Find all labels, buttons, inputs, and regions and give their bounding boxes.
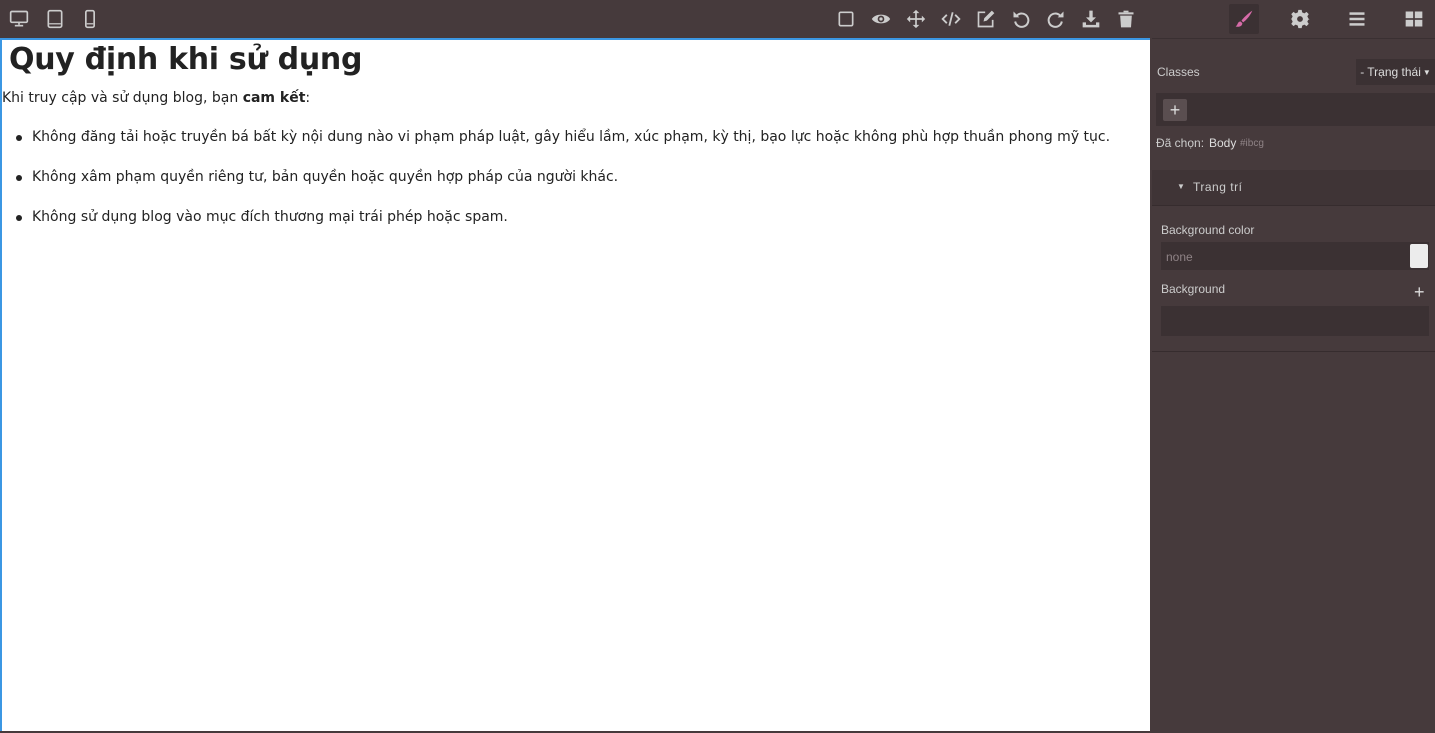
- trash-icon[interactable]: [1114, 7, 1138, 31]
- panel-tabs: [1152, 0, 1435, 39]
- intro-colon: :: [305, 90, 311, 106]
- desktop-icon[interactable]: [7, 7, 31, 31]
- redo-icon[interactable]: [1044, 7, 1068, 31]
- bg-color-label: Background color: [1161, 223, 1255, 237]
- sector-title: Trang trí: [1193, 180, 1243, 194]
- download-icon[interactable]: [1079, 7, 1103, 31]
- intro-bold: cam kết: [242, 90, 306, 106]
- selected-id: #ibcg: [1240, 138, 1264, 149]
- intro-text: Khi truy cập và sử dụng blog, bạn: [2, 90, 243, 106]
- gear-icon[interactable]: [1288, 7, 1312, 31]
- panel-divider: [1152, 351, 1435, 352]
- menu-lines-icon[interactable]: [1345, 7, 1369, 31]
- state-select[interactable]: - Trạng thái ▼: [1356, 59, 1435, 85]
- mobile-icon[interactable]: [78, 7, 102, 31]
- background-label: Background: [1161, 282, 1226, 296]
- selected-label: Đã chọn:: [1156, 136, 1205, 150]
- background-layers: [1161, 306, 1429, 336]
- bg-color-input[interactable]: none: [1166, 250, 1193, 264]
- list-item[interactable]: Không đăng tải hoặc truyền bá bất kỳ nội…: [16, 129, 1110, 169]
- caret-down-icon: ▼: [1422, 67, 1431, 77]
- page-title[interactable]: Quy định khi sử dụng: [9, 42, 362, 77]
- selected-value: Body: [1209, 136, 1237, 150]
- add-background-button[interactable]: +: [1414, 282, 1425, 303]
- code-icon[interactable]: [939, 7, 963, 31]
- edit-icon[interactable]: [974, 7, 998, 31]
- undo-icon[interactable]: [1009, 7, 1033, 31]
- classes-label: Classes: [1157, 65, 1200, 79]
- state-select-label: - Trạng thái: [1360, 65, 1421, 79]
- add-class-button[interactable]: +: [1163, 99, 1187, 121]
- classes-tag-box: +: [1156, 93, 1435, 126]
- color-swatch[interactable]: [1410, 244, 1428, 268]
- editor-canvas[interactable]: Quy định khi sử dụng Khi truy cập và sử …: [0, 38, 1150, 731]
- style-manager-panel: Classes - Trạng thái ▼ + Đã chọn: Body #i…: [1152, 39, 1435, 733]
- blocks-grid-icon[interactable]: [1402, 7, 1426, 31]
- paint-brush-icon[interactable]: [1229, 4, 1259, 34]
- bg-color-field[interactable]: none: [1161, 242, 1429, 270]
- tablet-icon[interactable]: [43, 7, 67, 31]
- caret-down-icon: ▼: [1177, 182, 1186, 191]
- move-arrows-icon[interactable]: [904, 7, 928, 31]
- square-outline-icon[interactable]: [834, 7, 858, 31]
- sector-decoration[interactable]: ▼ Trang trí: [1152, 170, 1435, 206]
- list-item[interactable]: Không xâm phạm quyền riêng tư, bản quyền…: [16, 169, 1110, 209]
- editor-toolbar: [0, 0, 1152, 38]
- intro-paragraph[interactable]: Khi truy cập và sử dụng blog, bạn cam kế…: [2, 90, 310, 106]
- eye-icon[interactable]: [869, 7, 893, 31]
- rules-list[interactable]: Không đăng tải hoặc truyền bá bất kỳ nội…: [16, 129, 1110, 249]
- list-item[interactable]: Không sử dụng blog vào mục đích thương m…: [16, 209, 1110, 249]
